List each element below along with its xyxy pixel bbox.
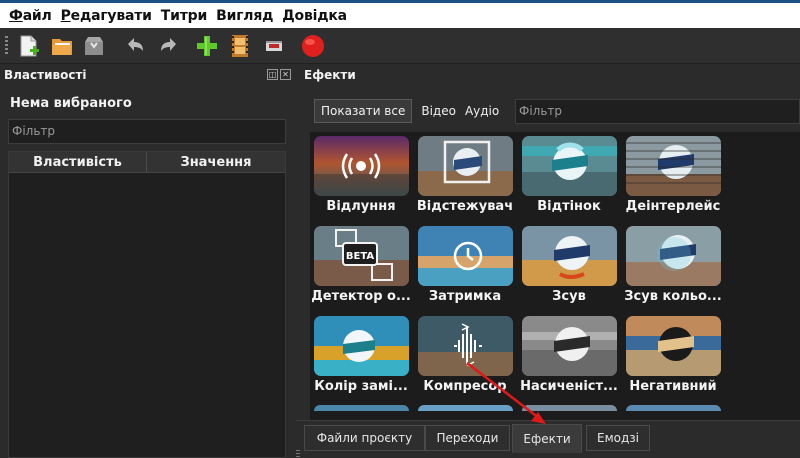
audio-filter-button[interactable]: Аудіо	[465, 104, 499, 118]
tracker-icon	[418, 136, 513, 196]
menu-titles[interactable]: Титри	[161, 8, 208, 24]
import-files-button[interactable]	[194, 33, 220, 59]
undo-button[interactable]	[122, 33, 148, 59]
effect-label: Зсув	[552, 289, 586, 304]
show-all-button[interactable]: Показати все	[314, 99, 413, 123]
effects-filter-bar: Показати все Відео Аудіо	[314, 99, 499, 123]
dock-tabbar: Файли проєкту Переходи Ефекти Емодзі	[296, 420, 800, 458]
effect-label: Негативний	[629, 379, 717, 394]
tab-transitions[interactable]: Переходи	[425, 425, 510, 451]
effect-label: Насиченіст...	[520, 379, 618, 394]
properties-panel: Властивості ◫ ✕ Нема вибраного Фільтр Вл…	[0, 64, 296, 458]
menu-file[interactable]: Файл	[9, 8, 52, 24]
effect-tile[interactable]: Відстежувач	[415, 132, 515, 222]
menubar: Файл Редагувати Титри Вигляд Довідка	[0, 3, 800, 28]
properties-filter-input[interactable]: Фільтр	[8, 119, 286, 144]
menu-help[interactable]: Довідка	[282, 8, 347, 24]
effects-panel-title: Ефекти	[304, 68, 356, 82]
choose-profile-icon	[232, 35, 248, 57]
effect-tile[interactable]: Негативний	[623, 312, 723, 402]
svg-text:BETA: BETA	[346, 251, 374, 262]
menu-edit[interactable]: Редагувати	[61, 8, 152, 24]
redo-icon	[161, 38, 176, 51]
nothing-selected-label: Нема вибраного	[10, 96, 132, 111]
effect-label: Детектор о...	[311, 289, 411, 304]
effect-label: Відстежувач	[416, 199, 514, 214]
object-detector-icon: BETA	[314, 226, 409, 286]
effect-label: Відлуння	[326, 199, 396, 214]
echo-icon	[314, 136, 409, 196]
effect-tile[interactable]: Відлуння	[311, 132, 411, 222]
hue-icon	[522, 136, 617, 196]
deinterlace-icon	[626, 136, 721, 196]
save-project-icon	[85, 37, 103, 55]
effect-tile[interactable]: Колір замі...	[311, 312, 411, 402]
choose-profile-button[interactable]	[227, 33, 253, 59]
tab-project-files[interactable]: Файли проєкту	[304, 425, 425, 451]
effect-label: Колір замі...	[314, 379, 408, 394]
effect-tile[interactable]: Компресор	[415, 312, 515, 402]
save-project-button[interactable]	[81, 33, 107, 59]
effect-tile[interactable]: Відтінок	[519, 132, 619, 222]
effect-label: Відтінок	[537, 199, 601, 214]
export-video-button[interactable]	[300, 33, 326, 59]
effect-tile[interactable]: Затримка	[415, 222, 515, 312]
effects-filter-input[interactable]: Фільтр	[515, 99, 800, 124]
effect-tile[interactable]: Насиченіст...	[519, 312, 619, 402]
effect-thumbnail-partial[interactable]	[418, 405, 513, 411]
effect-label: Деінтерлейс	[625, 199, 721, 214]
fullscreen-button[interactable]	[261, 33, 287, 59]
effects-grid: Відлуння Відстежувач Відтінок Деінтерлей…	[310, 132, 800, 458]
effect-tile[interactable]: BETA Детектор о...	[311, 222, 411, 312]
effects-panel: Ефекти Показати все Відео Аудіо Фільтр В…	[296, 64, 800, 458]
menu-view[interactable]: Вигляд	[216, 8, 273, 24]
color-replace-icon	[314, 316, 409, 376]
column-header-value[interactable]: Значення	[147, 152, 285, 172]
redo-button[interactable]	[156, 33, 182, 59]
color-shift-icon	[626, 226, 721, 286]
compressor-icon	[418, 316, 513, 376]
effect-label: Компресор	[423, 379, 507, 394]
open-project-button[interactable]	[49, 33, 75, 59]
float-panel-icon[interactable]: ◫	[267, 69, 278, 80]
properties-table-header: Властивість Значення	[9, 152, 285, 173]
shift-icon	[522, 226, 617, 286]
close-icon[interactable]: ✕	[280, 69, 291, 80]
effect-thumbnail-partial[interactable]	[626, 405, 721, 411]
properties-table[interactable]: Властивість Значення	[8, 151, 286, 458]
splitter-grip[interactable]	[296, 450, 300, 458]
new-project-icon	[20, 35, 39, 57]
effect-tile[interactable]: Зсув кольо...	[623, 222, 723, 312]
export-video-icon	[302, 35, 324, 57]
new-project-button[interactable]	[16, 33, 42, 59]
effect-thumbnail-partial[interactable]	[522, 405, 617, 411]
saturation-icon	[522, 316, 617, 376]
toolbar-grip[interactable]	[5, 36, 8, 56]
import-files-icon	[197, 36, 217, 56]
properties-dock-controls: ◫ ✕	[267, 69, 291, 80]
delay-icon	[418, 226, 513, 286]
effect-thumbnail-partial[interactable]	[314, 405, 409, 411]
main-toolbar	[0, 28, 800, 64]
effect-label: Затримка	[428, 289, 502, 304]
effect-tile[interactable]: Зсув	[519, 222, 619, 312]
video-filter-button[interactable]: Відео	[421, 104, 456, 118]
tab-emoji[interactable]: Емодзі	[586, 425, 650, 451]
tab-effects[interactable]: Ефекти	[512, 424, 582, 453]
undo-icon	[128, 38, 143, 51]
effect-tile[interactable]: Деінтерлейс	[623, 132, 723, 222]
properties-panel-title: Властивості	[4, 68, 87, 82]
open-project-icon	[52, 39, 72, 55]
column-header-property[interactable]: Властивість	[9, 152, 147, 172]
negative-icon	[626, 316, 721, 376]
fullscreen-icon	[266, 41, 282, 51]
effect-label: Зсув кольо...	[624, 289, 722, 304]
